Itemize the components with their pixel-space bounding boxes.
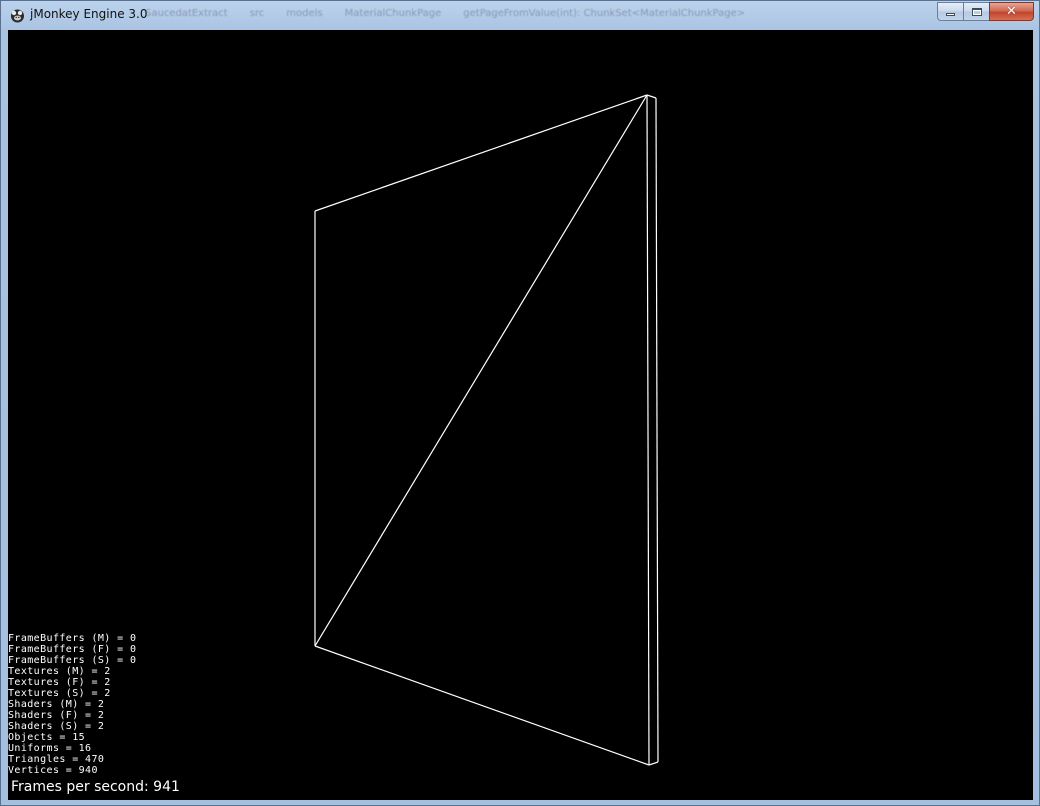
minimize-button[interactable] [937,2,963,21]
jmonkey-app-icon [11,9,24,23]
stat-line: FrameBuffers (S) = 0 [8,655,137,666]
caption-buttons: ✕ [937,2,1034,21]
maximize-icon [971,7,982,16]
stat-line: Triangles = 470 [8,754,105,765]
title-bar[interactable]: jMonkey Engine 3.0 SaucedatExtract src m… [1,1,1039,29]
background-tabs: SaucedatExtract src models MaterialChunk… [141,8,763,19]
background-tab: src [249,8,265,19]
stat-line: Textures (S) = 2 [8,688,111,699]
quad-front-right-edge [646,94,650,766]
quad-bottom-edge [314,645,650,766]
background-tab: getPageFromValue(int): ChunkSet<Material… [463,8,746,19]
window-title: jMonkey Engine 3.0 [30,7,148,21]
minimize-icon [946,13,955,16]
wireframe-scene [314,94,659,766]
fps-counter: Frames per second: 941 [11,779,180,795]
close-button[interactable]: ✕ [989,2,1034,21]
stat-line: Shaders (F) = 2 [8,710,105,721]
app-window: jMonkey Engine 3.0 SaucedatExtract src m… [0,0,1040,806]
stat-line: Shaders (S) = 2 [8,721,105,732]
stat-line: Textures (M) = 2 [8,666,111,677]
quad-diagonal-edge [314,94,648,647]
quad-top-thickness [646,94,657,99]
stat-line: Objects = 15 [8,732,86,743]
quad-bottom-thickness [648,761,659,766]
stat-line: FrameBuffers (F) = 0 [8,644,137,655]
maximize-button[interactable] [963,2,989,21]
quad-top-edge [314,94,648,212]
stat-line: Shaders (M) = 2 [8,699,105,710]
background-tab: MaterialChunkPage [344,8,442,19]
stats-overlay: FrameBuffers (M) = 0 FrameBuffers (F) = … [8,633,136,776]
quad-back-right-edge [655,97,659,763]
stat-line: Uniforms = 16 [8,743,92,754]
stat-line: Textures (F) = 2 [8,677,111,688]
background-tab: models [286,8,323,19]
stat-line: FrameBuffers (M) = 0 [8,633,137,644]
render-canvas[interactable]: FrameBuffers (M) = 0 FrameBuffers (F) = … [8,30,1033,800]
close-icon: ✕ [1006,4,1017,19]
background-tab: SaucedatExtract [145,8,228,19]
stat-line: Vertices = 940 [8,765,98,776]
